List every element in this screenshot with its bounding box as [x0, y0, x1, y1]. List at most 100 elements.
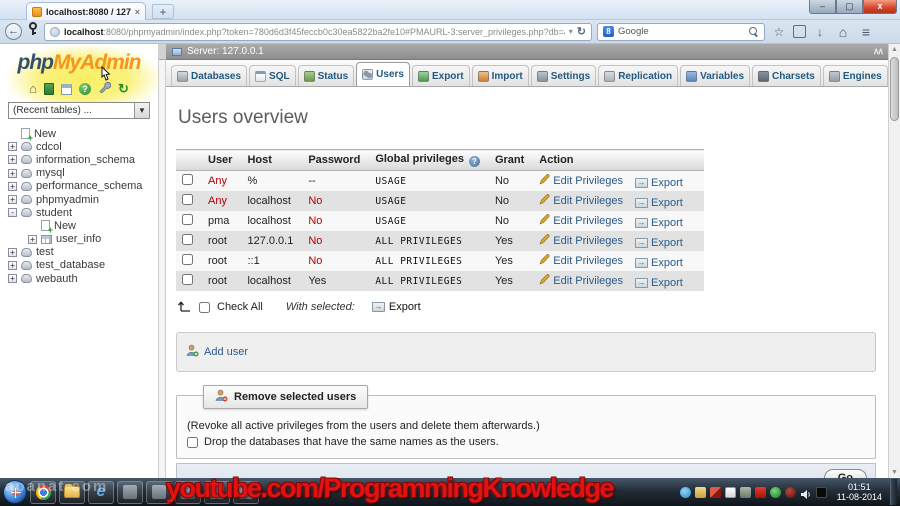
tray-gray-icon[interactable]	[739, 486, 751, 498]
tree-expander-icon[interactable]: +	[8, 155, 17, 165]
remove-users-legend[interactable]: Remove selected users	[203, 385, 369, 409]
tree-expander-icon[interactable]: +	[8, 142, 17, 152]
tab-databases[interactable]: Databases	[171, 65, 248, 86]
tree-item-test_database[interactable]: + test_database	[6, 259, 158, 272]
tree-item-new[interactable]: New	[6, 219, 158, 235]
tab-export[interactable]: Export	[411, 65, 470, 86]
tree-item-student[interactable]: - student	[6, 206, 158, 219]
window-minimize-button[interactable]: –	[809, 0, 836, 14]
phpmyadmin-logo[interactable]: phpMyAdmin	[0, 51, 158, 75]
tray-speaker-icon[interactable]	[800, 487, 812, 499]
refresh-icon[interactable]: ↻	[118, 82, 129, 95]
tree-item-webauth[interactable]: + webauth	[6, 272, 158, 285]
settings-wrench-icon[interactable]	[98, 80, 112, 98]
browser-home-icon[interactable]: ⌂	[834, 22, 852, 42]
tab-settings[interactable]: Settings	[530, 65, 597, 86]
tree-expander-icon[interactable]: -	[8, 208, 17, 218]
tree-item-mysql[interactable]: + mysql	[6, 167, 158, 180]
sql-window-icon[interactable]	[60, 83, 72, 95]
tree-expander-icon[interactable]: +	[8, 274, 17, 284]
row-checkbox[interactable]	[182, 174, 193, 185]
add-user-link[interactable]: Add user	[186, 344, 248, 360]
row-checkbox[interactable]	[182, 234, 193, 245]
drop-databases-label[interactable]: Drop the databases that have the same na…	[204, 436, 499, 448]
export-link[interactable]: → Export	[635, 257, 683, 269]
edit-privileges-link[interactable]: Edit Privileges	[539, 173, 623, 188]
tray-red-icon[interactable]	[709, 486, 721, 498]
recent-tables-select[interactable]: (Recent tables) ... ▼	[8, 102, 150, 119]
search-input[interactable]: 8 Google	[597, 22, 765, 41]
help-icon[interactable]: ?	[468, 156, 480, 167]
tray-green-icon[interactable]	[769, 486, 781, 498]
search-icon[interactable]	[749, 26, 759, 37]
downloads-icon[interactable]: ↓	[811, 22, 829, 42]
panel-collapse-handle[interactable]	[159, 44, 165, 60]
tree-item-performance_schema[interactable]: + performance_schema	[6, 180, 158, 193]
tree-expander-icon[interactable]: +	[8, 247, 17, 257]
tree-expander-icon[interactable]: +	[8, 168, 17, 178]
tab-sql[interactable]: SQL	[249, 65, 296, 86]
export-link[interactable]: → Export	[635, 197, 683, 209]
tab-users[interactable]: Users	[356, 62, 410, 86]
vertical-scrollbar[interactable]: ▲ ▼	[888, 44, 900, 478]
tab-charsets[interactable]: Charsets	[752, 65, 821, 86]
tree-item-information_schema[interactable]: + information_schema	[6, 153, 158, 166]
show-desktop-button[interactable]	[890, 479, 897, 505]
tree-expander-icon[interactable]: +	[8, 260, 17, 270]
edit-privileges-link[interactable]: Edit Privileges	[539, 193, 623, 208]
bookmarks-panel-icon[interactable]	[793, 25, 806, 38]
tree-expander-icon[interactable]: +	[8, 195, 17, 205]
tab-status[interactable]: Status	[297, 65, 355, 86]
export-link[interactable]: → Export	[635, 237, 683, 249]
row-checkbox[interactable]	[182, 254, 193, 265]
new-tab-button[interactable]: +	[152, 4, 174, 19]
tray-word-icon[interactable]	[694, 486, 706, 498]
scroll-to-top-icon[interactable]: ∧∧	[873, 46, 884, 57]
back-button[interactable]: ←	[5, 23, 22, 40]
tree-item-new[interactable]: New	[6, 127, 158, 143]
tree-item-user_info[interactable]: + user_info	[6, 233, 158, 246]
tab-engines[interactable]: Engines	[822, 65, 888, 86]
window-maximize-button[interactable]: ▢	[836, 0, 863, 14]
menu-icon[interactable]: ≡	[857, 22, 875, 42]
drop-databases-checkbox[interactable]	[187, 436, 198, 448]
browser-tab[interactable]: localhost:8080 / 127.0.0.1 | ... ×	[26, 2, 146, 20]
edit-privileges-link[interactable]: Edit Privileges	[539, 253, 623, 268]
reload-icon[interactable]: ↻	[577, 25, 586, 38]
panel-splitter[interactable]	[158, 44, 166, 478]
logout-icon[interactable]	[43, 83, 54, 95]
server-label[interactable]: Server: 127.0.0.1	[187, 46, 264, 57]
tab-import[interactable]: Import	[471, 65, 529, 86]
tray-black-icon[interactable]	[815, 486, 827, 498]
tree-expander-icon[interactable]: +	[8, 181, 17, 191]
documentation-icon[interactable]: ?	[78, 83, 91, 95]
row-checkbox[interactable]	[182, 214, 193, 225]
export-link[interactable]: → Export	[635, 217, 683, 229]
url-dropdown-icon[interactable]: ▾	[569, 27, 573, 36]
taskbar-clock[interactable]: 01:51 11-08-2014	[832, 482, 887, 503]
tray-adobe-icon[interactable]	[754, 486, 766, 498]
site-identity-icon[interactable]	[50, 26, 60, 37]
row-checkbox[interactable]	[182, 274, 193, 285]
check-all-label[interactable]: Check All	[217, 301, 263, 313]
window-close-button[interactable]: x	[863, 0, 897, 14]
edit-privileges-link[interactable]: Edit Privileges	[539, 273, 623, 288]
select-caret-icon[interactable]: ▼	[134, 103, 149, 118]
tray-blue-icon[interactable]	[679, 486, 691, 498]
go-button[interactable]: Go	[823, 469, 867, 478]
tray-darkred-icon[interactable]	[784, 486, 796, 498]
edit-privileges-link[interactable]: Edit Privileges	[539, 213, 623, 228]
tray-notepad-icon[interactable]	[724, 486, 736, 498]
taskbar-app-app[interactable]	[117, 480, 143, 504]
with-selected-export-button[interactable]: → Export	[371, 301, 421, 313]
home-icon[interactable]: ⌂	[29, 82, 37, 95]
check-all-checkbox[interactable]	[199, 301, 210, 313]
google-engine-icon[interactable]: 8	[603, 26, 614, 37]
edit-privileges-link[interactable]: Edit Privileges	[539, 233, 623, 248]
tree-expander-icon[interactable]: +	[28, 234, 37, 244]
scrollbar-thumb[interactable]	[890, 57, 899, 121]
scroll-up-icon[interactable]: ▲	[889, 44, 900, 55]
tree-item-phpmyadmin[interactable]: + phpmyadmin	[6, 193, 158, 206]
tab-close-icon[interactable]: ×	[135, 7, 140, 17]
url-bar[interactable]: localhost:8080/phpmyadmin/index.php?toke…	[44, 22, 592, 41]
